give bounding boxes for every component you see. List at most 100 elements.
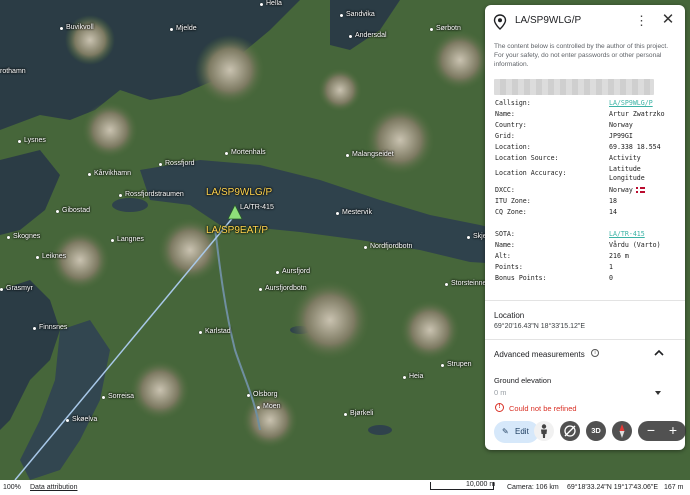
place-label: Olsborg	[247, 391, 278, 398]
place-label: Kårvikhamn	[88, 170, 131, 177]
place-label: Andersdal	[349, 32, 387, 39]
info-value: 216 m	[609, 252, 629, 260]
place-label: Karlstad	[199, 328, 231, 335]
place-label: Aursfjordbotn	[259, 285, 307, 292]
pencil-icon: ✎	[502, 427, 509, 436]
place-label: Sandvika	[340, 11, 375, 18]
mountain	[195, 35, 265, 105]
pegman-shape	[541, 424, 547, 438]
info-value: 0	[609, 274, 613, 282]
mountain	[365, 105, 435, 175]
sota-link[interactable]: LA/TR-415	[609, 231, 645, 238]
place-label: Rossfjord	[159, 160, 195, 167]
callsign-label-2[interactable]: LA/SP9EAT/P	[206, 225, 268, 236]
3d-button[interactable]: 3D	[586, 421, 606, 441]
info-key: Location:	[495, 143, 531, 151]
close-icon[interactable]: ✕	[660, 12, 676, 28]
map-pin-icon	[493, 14, 507, 30]
mountain	[318, 68, 362, 112]
info-value: Vårdu (Varto)	[609, 241, 661, 249]
more-vert-icon[interactable]: ⋮	[635, 13, 648, 29]
chevron-up-icon[interactable]	[653, 348, 665, 358]
divider	[485, 300, 685, 301]
panel-header: LA/SP9WLG/P ⋮ ✕	[485, 5, 685, 39]
place-label: Finnsnes	[32, 324, 68, 331]
place-label: Buvikvoll	[60, 24, 94, 31]
mountain	[430, 30, 490, 90]
info-key: Bonus Points:	[495, 274, 547, 282]
info-value: Norway	[609, 121, 633, 129]
place-label: Mortenhals	[225, 149, 266, 156]
place-label: Moen	[257, 403, 281, 410]
dropdown-icon[interactable]	[655, 391, 661, 395]
zoom-out-button[interactable]: −	[643, 423, 659, 439]
info-key: ITU Zone:	[495, 197, 531, 205]
advanced-measurements-title[interactable]: Advanced measurements	[494, 350, 585, 359]
data-attribution-link[interactable]: Data attribution	[30, 484, 77, 491]
place-label: Bjørkeli	[343, 410, 374, 417]
embedded-image	[494, 79, 654, 95]
divider	[485, 339, 685, 340]
info-key: SOTA:	[495, 230, 515, 238]
place-label: Gibostad	[55, 207, 91, 214]
info-value: Artur Zwatrzko	[609, 110, 665, 118]
lake	[368, 425, 392, 435]
mountain	[130, 360, 190, 420]
dxcc-value: Norway	[609, 186, 633, 194]
scale-label: 10,000 m	[466, 481, 496, 488]
content-notice: The content below is controlled by the a…	[494, 43, 669, 68]
info-key: Location Accuracy:	[495, 169, 567, 177]
info-key: Country:	[495, 121, 527, 129]
zoom-percent: 100%	[3, 484, 21, 491]
info-key: Alt:	[495, 252, 511, 260]
summit-label[interactable]: LA/TR-415	[240, 204, 274, 211]
elevation-readout: 167 m	[664, 484, 684, 491]
status-bar: 100% Data attribution 10,000 m Camera: 1…	[0, 480, 690, 495]
place-label: Mestervik	[336, 209, 372, 216]
info-key: Name:	[495, 110, 515, 118]
tilt-shape	[564, 425, 576, 437]
pegman-icon[interactable]	[534, 421, 554, 441]
info-key: Location Source:	[495, 154, 559, 162]
location-title: Location	[494, 311, 525, 320]
info-panel: LA/SP9WLG/P ⋮ ✕ The content below is con…	[485, 5, 685, 450]
place-label: Sorreisa	[101, 393, 135, 400]
edit-button[interactable]: ✎ Edit	[494, 421, 539, 443]
callsign-label-1[interactable]: LA/SP9WLG/P	[206, 187, 272, 198]
panel-title: LA/SP9WLG/P	[515, 15, 582, 26]
place-label: Langnes	[111, 236, 144, 243]
info-key: DXCC:	[495, 186, 515, 194]
mountain	[65, 15, 115, 65]
callsign-link[interactable]: LA/SP9WLG/P	[609, 100, 653, 107]
info-key: Grid:	[495, 132, 515, 140]
mountain	[82, 102, 138, 158]
norway-flag-icon	[635, 187, 645, 193]
tilt-icon[interactable]	[560, 421, 580, 441]
place-label: Nordfjordbotn	[363, 243, 413, 250]
place-label: Sørbotn	[430, 25, 461, 32]
place-label: Malangseidet	[346, 151, 394, 158]
place-label: Grasmyr	[0, 285, 33, 292]
ground-elevation-value: 0 m	[494, 388, 507, 397]
mountain	[290, 280, 370, 360]
edit-label: Edit	[515, 427, 529, 436]
info-value: Latitude	[609, 165, 641, 173]
cursor-coordinates: 69°18'33.24"N 19°17'43.06"E	[567, 484, 659, 491]
info-key: CQ Zone:	[495, 208, 527, 216]
location-value: 69°20'16.43"N 18°33'15.12"E	[494, 323, 586, 330]
error-icon: !	[495, 403, 504, 412]
compass-icon[interactable]	[612, 421, 632, 441]
info-icon[interactable]: i	[591, 349, 599, 357]
place-label: Mjelde	[170, 25, 197, 32]
mountain	[400, 300, 460, 360]
info-value: Norway	[609, 187, 645, 194]
zoom-in-button[interactable]: +	[665, 423, 681, 439]
place-label: Aursfjord	[275, 268, 311, 275]
info-value: 69.338 18.554	[609, 143, 661, 151]
camera-altitude: Camera: 106 km	[507, 484, 559, 491]
mountain	[50, 230, 110, 290]
mountain	[242, 392, 298, 448]
place-label: Leiknes	[35, 253, 67, 260]
lake	[112, 198, 148, 212]
place-label: Hella	[260, 0, 282, 7]
